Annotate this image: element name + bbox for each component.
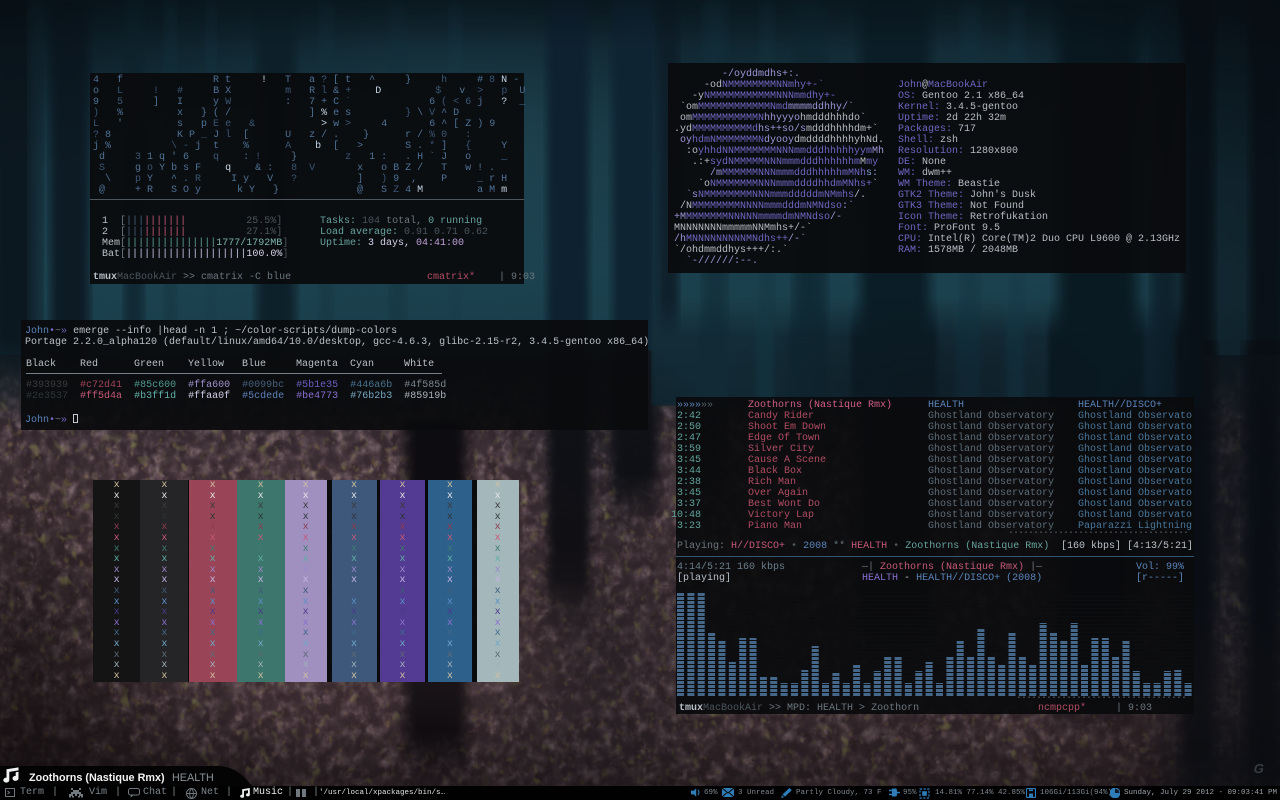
svg-text:HEALTH: HEALTH (172, 772, 214, 784)
svg-text:Zoothorns (Nastique Rmx): Zoothorns (Nastique Rmx) (29, 772, 165, 784)
